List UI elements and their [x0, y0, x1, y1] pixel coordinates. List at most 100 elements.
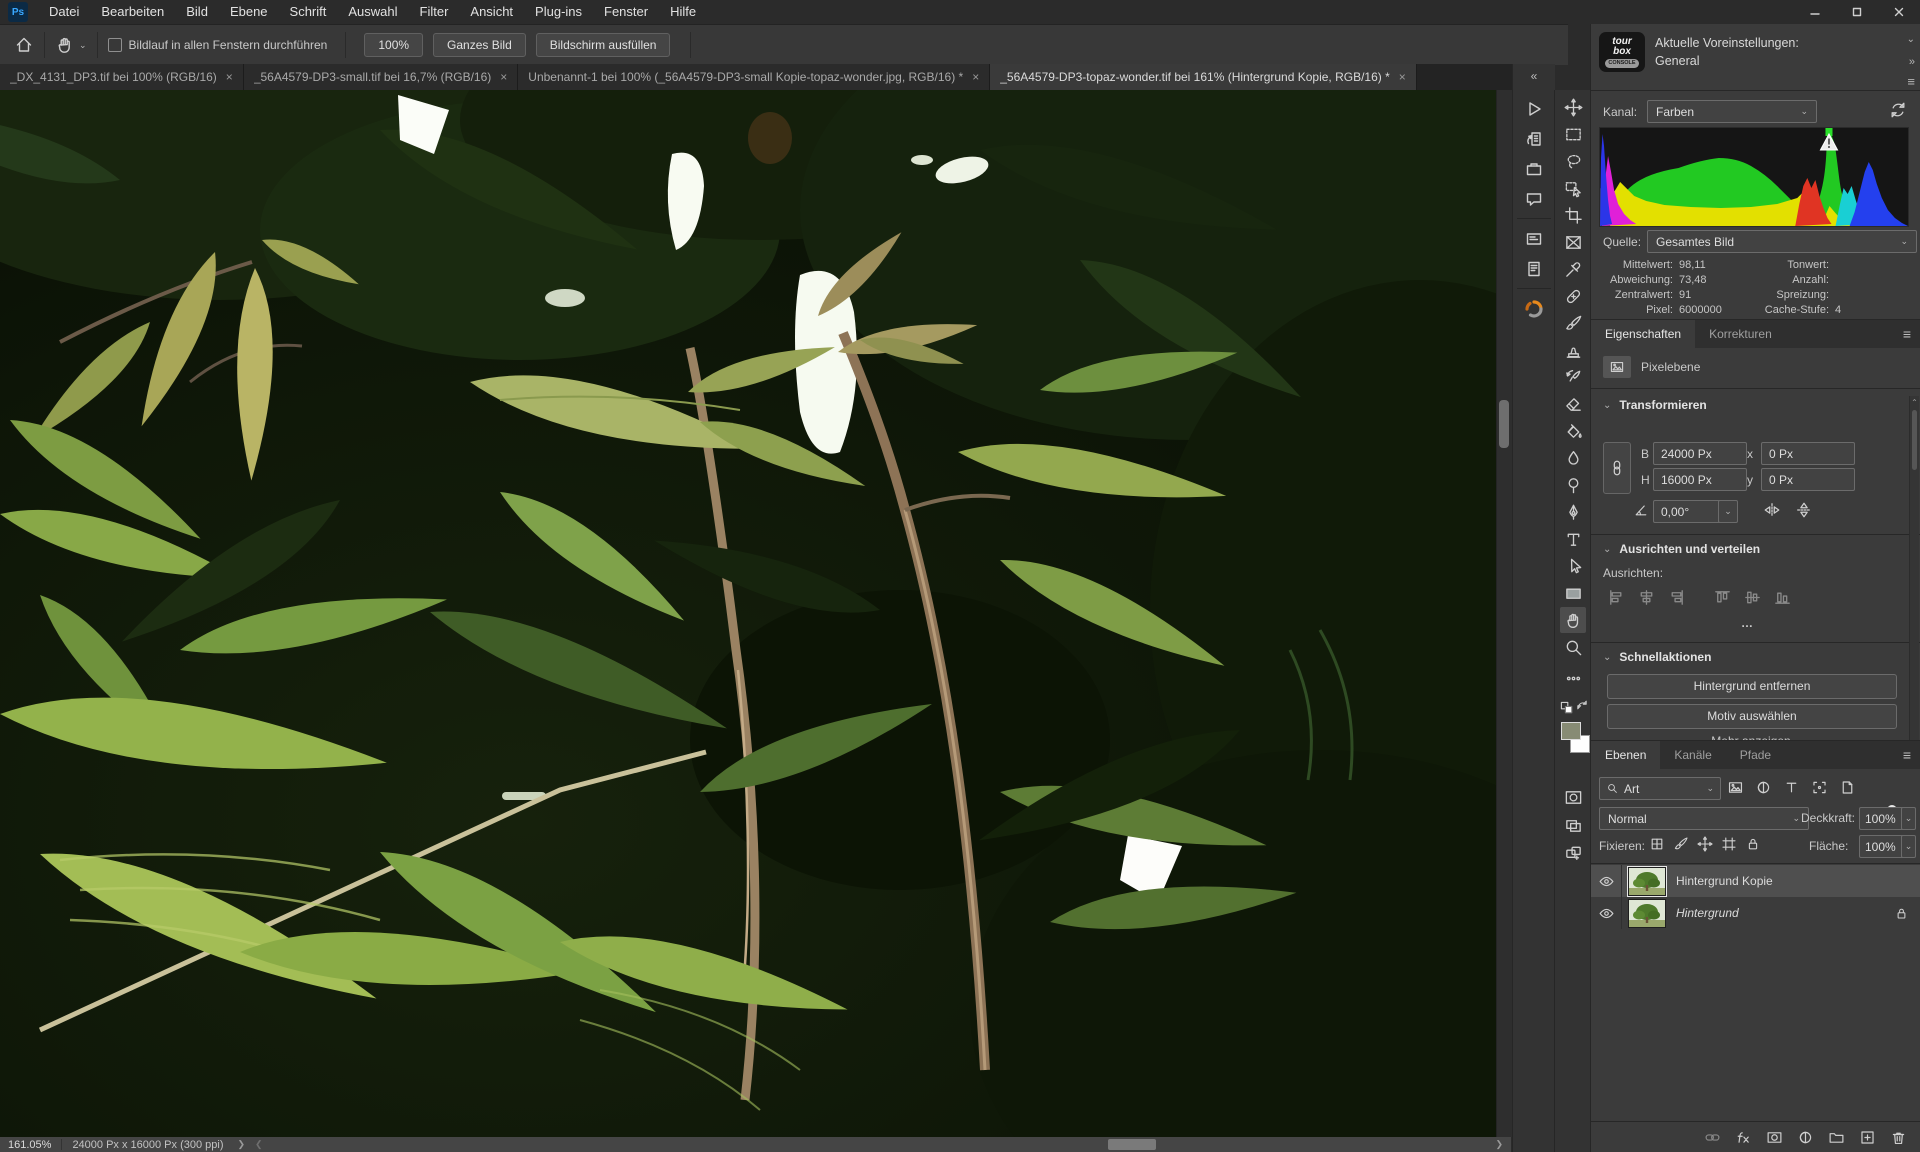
new-group-icon[interactable] — [1828, 1129, 1845, 1146]
libraries-panel-icon[interactable] — [1521, 156, 1547, 182]
tool-move[interactable] — [1560, 94, 1586, 120]
remove-background-button[interactable]: Hintergrund entfernen — [1607, 674, 1897, 699]
new-layer-icon[interactable] — [1859, 1129, 1876, 1146]
select-subject-button[interactable]: Motiv auswählen — [1607, 704, 1897, 729]
tool-brush[interactable] — [1560, 310, 1586, 336]
tool-blur[interactable] — [1560, 445, 1586, 471]
layer-name[interactable]: Hintergrund Kopie — [1676, 874, 1773, 888]
chevron-down-icon[interactable]: ⌄ — [1603, 544, 1611, 555]
fit-screen-button[interactable]: Ganzes Bild — [433, 33, 526, 57]
panel-menu-icon[interactable]: ≡ — [1893, 320, 1920, 348]
scroll-left-icon[interactable]: ❮ — [255, 1139, 263, 1150]
minimize-button[interactable] — [1794, 0, 1836, 24]
filter-smart-objects-icon[interactable] — [1839, 779, 1856, 796]
lock-position-icon[interactable] — [1697, 836, 1713, 852]
add-layer-mask-icon[interactable] — [1766, 1129, 1783, 1146]
scrollbar-thumb[interactable] — [1912, 410, 1917, 470]
flip-vertical-icon[interactable] — [1795, 501, 1813, 519]
vertical-scrollbar-thumb[interactable] — [1499, 400, 1509, 448]
tool-type[interactable] — [1560, 526, 1586, 552]
menu-schrift[interactable]: Schrift — [279, 0, 338, 24]
tool-eyedropper[interactable] — [1560, 256, 1586, 282]
menu-ebene[interactable]: Ebene — [219, 0, 279, 24]
document-tab-active[interactable]: _56A4579-DP3-topaz-wonder.tif bei 161% (… — [990, 64, 1417, 90]
foreground-color-swatch[interactable] — [1561, 722, 1581, 740]
tool-paint-bucket[interactable] — [1560, 418, 1586, 444]
align-right-icon[interactable] — [1667, 588, 1686, 607]
swap-colors-icon[interactable] — [1575, 698, 1589, 712]
tab-korrekturen[interactable]: Korrekturen — [1695, 320, 1786, 348]
align-center-vertical-icon[interactable] — [1743, 588, 1762, 607]
properties-scrollbar[interactable]: ⌃ ⌄ — [1909, 396, 1919, 760]
home-icon[interactable] — [14, 35, 34, 55]
link-dimensions-toggle[interactable] — [1603, 442, 1631, 494]
tab-ebenen[interactable]: Ebenen — [1591, 741, 1660, 769]
status-flyout-icon[interactable]: ❯ — [237, 1139, 245, 1150]
filter-adjustment-layers-icon[interactable] — [1755, 779, 1772, 796]
expand-dock-icon[interactable]: « — [1513, 64, 1555, 90]
close-icon[interactable]: × — [500, 70, 507, 84]
layer-filter-dropdown[interactable]: Art ⌄ — [1599, 777, 1721, 800]
menu-bearbeiten[interactable]: Bearbeiten — [90, 0, 175, 24]
camera-raw-plugin-icon[interactable] — [1521, 296, 1547, 322]
close-icon[interactable]: × — [1399, 70, 1406, 84]
layer-effects-icon[interactable] — [1735, 1129, 1752, 1146]
horizontal-scrollbar-thumb[interactable] — [1108, 1139, 1156, 1150]
angle-dropdown[interactable]: ⌄ — [1718, 500, 1738, 523]
menu-plugins[interactable]: Plug-ins — [524, 0, 593, 24]
layer-row-hintergrund[interactable]: Hintergrund — [1591, 897, 1920, 929]
document-tab[interactable]: _56A4579-DP3-small.tif bei 16,7% (RGB/16… — [244, 64, 518, 90]
zoom-100-button[interactable]: 100% — [364, 33, 423, 57]
menu-bild[interactable]: Bild — [175, 0, 219, 24]
panel-menu-icon[interactable]: ≡ — [1907, 74, 1915, 89]
y-field[interactable]: 0 Px — [1761, 468, 1855, 491]
canvas-vertical-scrollbar[interactable] — [1496, 90, 1512, 1137]
document-canvas[interactable] — [0, 90, 1496, 1137]
tool-object-selection[interactable] — [1560, 175, 1586, 201]
zoom-level-field[interactable]: 161.05% — [8, 1139, 51, 1151]
link-layers-icon[interactable] — [1704, 1129, 1721, 1146]
filter-type-layers-icon[interactable] — [1783, 779, 1800, 796]
channel-dropdown[interactable]: Farben ⌄ — [1647, 100, 1817, 123]
tool-frame[interactable] — [1560, 229, 1586, 255]
lock-artboard-icon[interactable] — [1721, 836, 1737, 852]
tool-dodge[interactable] — [1560, 472, 1586, 498]
collapse-dock-icon[interactable]: » — [1909, 56, 1915, 68]
width-field[interactable]: 24000 Px — [1653, 442, 1747, 465]
align-more-icon[interactable]: … — [1741, 616, 1755, 630]
notes-panel-icon[interactable] — [1521, 256, 1547, 282]
tool-history-brush[interactable] — [1560, 364, 1586, 390]
info-panel-icon[interactable] — [1521, 226, 1547, 252]
tool-rectangular-marquee[interactable] — [1560, 121, 1586, 147]
chevron-down-icon[interactable]: ⌄ — [79, 40, 87, 51]
tool-lasso[interactable] — [1560, 148, 1586, 174]
tool-path-selection[interactable] — [1560, 553, 1586, 579]
scroll-all-windows-checkbox[interactable] — [108, 38, 122, 52]
menu-ansicht[interactable]: Ansicht — [459, 0, 524, 24]
align-top-icon[interactable] — [1713, 588, 1732, 607]
flip-horizontal-icon[interactable] — [1763, 501, 1781, 519]
fill-screen-button[interactable]: Bildschirm ausfüllen — [536, 33, 671, 57]
height-field[interactable]: 16000 Px — [1653, 468, 1747, 491]
tool-pen[interactable] — [1560, 499, 1586, 525]
menu-datei[interactable]: Datei — [38, 0, 90, 24]
share-image-icon[interactable] — [1560, 840, 1586, 866]
tool-clone-stamp[interactable] — [1560, 337, 1586, 363]
comments-panel-icon[interactable] — [1521, 186, 1547, 212]
layer-row-hintergrund-kopie[interactable]: Hintergrund Kopie — [1591, 865, 1920, 897]
actions-panel-icon[interactable] — [1521, 96, 1547, 122]
document-info[interactable]: 24000 Px x 16000 Px (300 ppi) — [72, 1139, 223, 1151]
history-panel-icon[interactable] — [1521, 126, 1547, 152]
panel-menu-icon[interactable]: ≡ — [1893, 741, 1920, 769]
scroll-right-icon[interactable]: ❯ — [1495, 1139, 1503, 1150]
blend-mode-dropdown[interactable]: Normal ⌄ — [1599, 807, 1809, 830]
tab-eigenschaften[interactable]: Eigenschaften — [1591, 320, 1695, 348]
opacity-dropdown[interactable]: ⌄ — [1901, 807, 1916, 830]
document-tab[interactable]: Unbenannt-1 bei 100% (_56A4579-DP3-small… — [518, 64, 990, 90]
tool-shape[interactable] — [1560, 580, 1586, 606]
lock-all-icon[interactable] — [1745, 836, 1761, 852]
filter-pixel-layers-icon[interactable] — [1727, 779, 1744, 796]
menu-fenster[interactable]: Fenster — [593, 0, 659, 24]
chevron-down-icon[interactable]: ⌄ — [1603, 652, 1611, 663]
fill-dropdown[interactable]: ⌄ — [1901, 835, 1916, 858]
